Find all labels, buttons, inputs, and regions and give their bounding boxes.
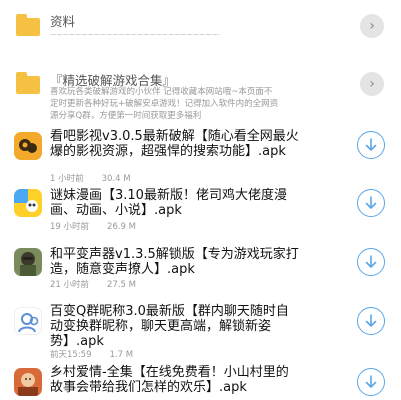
folder-description: ~~~~~~~~~~~~~~~~~~~~~~~~~~~~~~~~~~~~~~~~… (50, 30, 220, 39)
chevron-right-icon[interactable]: › (360, 14, 384, 38)
folder-icon (16, 72, 40, 94)
download-icon[interactable] (357, 189, 385, 217)
file-size: 30.4 M (101, 174, 131, 184)
file-size: 26.9 M (107, 222, 136, 232)
file-size: 27.5 M (107, 280, 136, 290)
folder-row[interactable]: 资料 ~~~~~~~~~~~~~~~~~~~~~~~~~~~~~~~~~~~~~… (0, 0, 401, 55)
file-name: 和平变声器v1.3.5解锁版【专为游戏玩家打造，随意变声撩人】.apk (50, 247, 299, 277)
download-icon[interactable] (357, 248, 385, 276)
folder-icon (16, 14, 40, 36)
file-time: 21 小时前 (50, 280, 90, 290)
file-meta: 前天15:59 1.7 M (50, 348, 133, 360)
file-size: 1.7 M (109, 350, 134, 360)
download-icon[interactable] (357, 131, 385, 159)
file-name: 谜妹漫画【3.10最新版！佬司鸡大佬度漫画、动画、小说】.apk (50, 188, 287, 218)
file-meta: 21 小时前 27.5 M (50, 278, 136, 290)
file-time: 1 小时前 (50, 174, 84, 184)
download-icon[interactable] (357, 307, 385, 335)
download-icon[interactable] (357, 368, 385, 396)
app-icon (14, 248, 42, 276)
file-time: 前天15:59 (50, 350, 92, 360)
file-row[interactable]: 和平变声器v1.3.5解锁版【专为游戏玩家打造，随意变声撩人】.apk 21 小… (0, 244, 401, 292)
file-name: 百变Q群昵称3.0最新版【群内聊天随时自动变换群昵称，聊天更高端，解锁新姿势】.… (50, 304, 289, 349)
file-name: 看吧影视v3.0.5最新破解【随心看全网最火爆的影视资源，超强悍的搜索功能】.a… (50, 129, 299, 159)
file-row[interactable]: 看吧影视v3.0.5最新破解【随心看全网最火爆的影视资源，超强悍的搜索功能】.a… (0, 126, 401, 184)
chevron-right-icon[interactable]: › (360, 72, 384, 96)
file-meta: 19 小时前 26.9 M (50, 220, 136, 232)
file-meta: 1 小时前 30.4 M (50, 172, 131, 184)
app-icon (14, 307, 42, 335)
folder-row[interactable]: 『精选破解游戏合集』 喜欢玩各类破解游戏的小伙伴 记得收藏本网站哦~本页面不定时… (0, 60, 401, 135)
app-icon (14, 132, 42, 160)
folder-title: 资料 (50, 14, 76, 29)
file-row[interactable]: 乡村爱情-全集【在线免费看！小山村里的故事会带给我们怎样的欢乐】.apk (0, 364, 401, 400)
folder-description: 喜欢玩各类破解游戏的小伙伴 记得收藏本网站哦~本页面不定时更新各种好玩+破解安卓… (50, 87, 279, 121)
app-icon (14, 368, 42, 396)
file-row[interactable]: 百变Q群昵称3.0最新版【群内聊天随时自动变换群昵称，聊天更高端，解锁新姿势】.… (0, 303, 401, 361)
file-row[interactable]: 谜妹漫画【3.10最新版！佬司鸡大佬度漫画、动画、小说】.apk 19 小时前 2… (0, 186, 401, 234)
app-icon (14, 189, 42, 217)
file-name: 乡村爱情-全集【在线免费看！小山村里的故事会带给我们怎样的欢乐】.apk (50, 365, 289, 395)
file-time: 19 小时前 (50, 222, 90, 232)
